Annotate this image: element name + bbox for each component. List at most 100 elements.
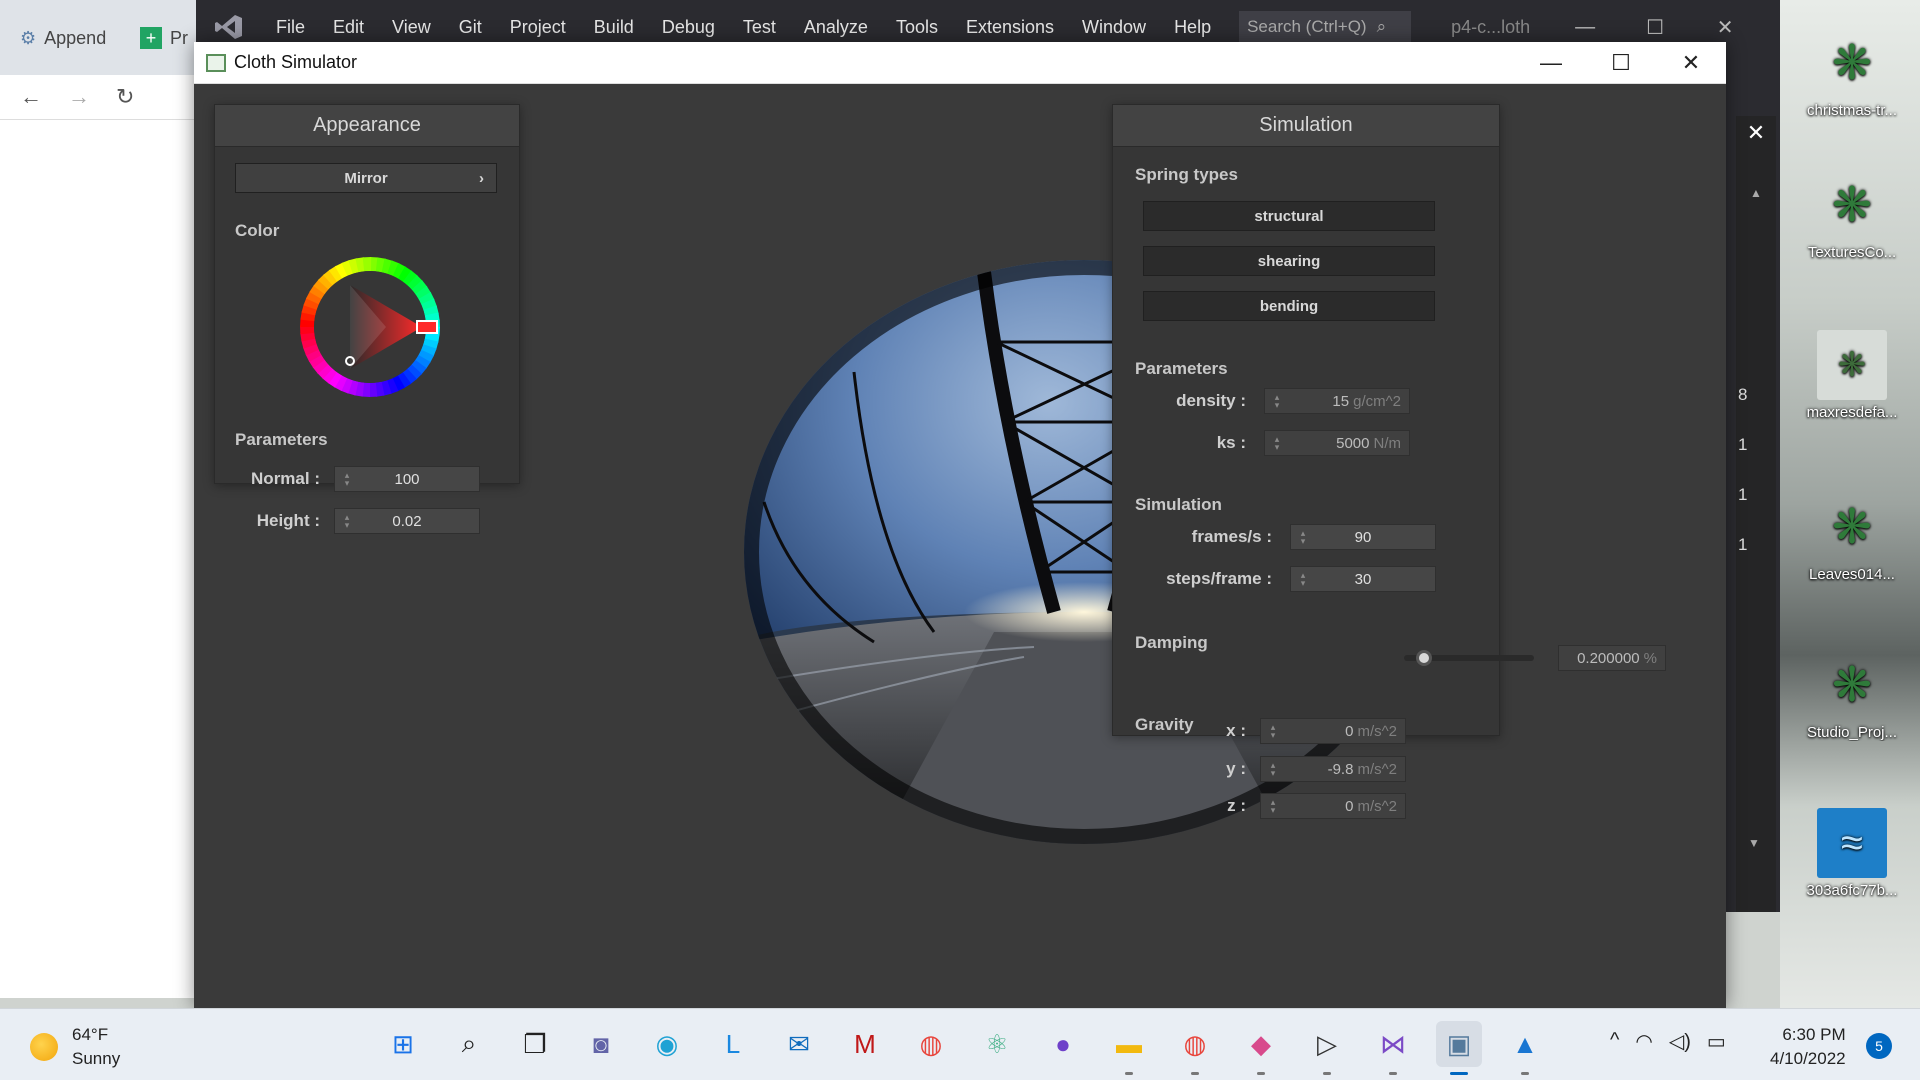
vs-menu-item[interactable]: Edit	[319, 17, 378, 38]
git-kraken-icon[interactable]: ◆	[1238, 1021, 1284, 1075]
album-icon: ≈	[1817, 808, 1887, 878]
spinner-arrows-icon[interactable]: ▴ ▾	[1265, 761, 1281, 778]
desktop-icon[interactable]: ❋ TexturesCo...	[1792, 170, 1912, 261]
vs-menu-item[interactable]: Tools	[882, 17, 952, 38]
start-icon[interactable]: ⊞	[380, 1021, 426, 1067]
file-explorer-icon[interactable]: ▬	[1106, 1021, 1152, 1075]
vs-menu-item[interactable]: Test	[729, 17, 790, 38]
gravity-z-spinbox[interactable]: ▴ ▾ 0 m/s^2	[1260, 793, 1406, 819]
reload-icon[interactable]: ↻	[116, 84, 134, 110]
hue-handle[interactable]	[416, 320, 438, 334]
spinner-arrows-icon[interactable]: ▴ ▾	[1295, 571, 1311, 588]
github-icon[interactable]: ●	[1040, 1021, 1086, 1067]
scroll-down-icon[interactable]: ▼	[1748, 836, 1760, 850]
tray-chevron-icon[interactable]: ^	[1610, 1029, 1619, 1054]
atom-icon[interactable]: ⚛	[974, 1021, 1020, 1067]
tree-icon: ❋	[1831, 501, 1873, 554]
browser-tab[interactable]: + Pr	[140, 18, 188, 58]
browser-tab[interactable]: ⚙ Append	[20, 18, 106, 58]
damping-spinbox[interactable]: 0.200000 %	[1558, 645, 1666, 671]
vs-menu-item[interactable]: Project	[496, 17, 580, 38]
volume-icon[interactable]: ◁)	[1669, 1029, 1691, 1054]
vs-menu-item[interactable]: Build	[580, 17, 648, 38]
normal-label: Normal :	[251, 469, 320, 488]
desktop-icon[interactable]: ❋ Studio_Proj...	[1792, 650, 1912, 741]
spinner-arrows-icon[interactable]: ▴ ▾	[1265, 798, 1281, 815]
vs-side-number: 1	[1738, 485, 1748, 504]
github-glyph: ●	[1055, 1028, 1071, 1059]
vs-menu-items: File Edit View Git Project Build Debug Test Anal…	[262, 17, 1225, 38]
minimize-button[interactable]: —	[1516, 50, 1586, 76]
photos-icon[interactable]: ▲	[1502, 1021, 1548, 1075]
gravity-x-spinbox[interactable]: ▴ ▾ 0 m/s^2	[1260, 718, 1406, 744]
clock[interactable]: 6:30 PM 4/10/2022	[1770, 1023, 1846, 1071]
damping-slider-handle[interactable]	[1415, 650, 1432, 666]
bending-button[interactable]: bending	[1143, 291, 1435, 321]
notification-badge[interactable]: 5	[1866, 1033, 1892, 1059]
height-spinbox[interactable]: ▴ ▾ 0.02	[334, 508, 480, 534]
gravity-x-row: x : ▴ ▾ 0 m/s^2	[1144, 718, 1406, 744]
density-spinbox[interactable]: ▴ ▾ 15 g/cm^2	[1264, 388, 1410, 414]
spinner-arrows-icon[interactable]: ▴ ▾	[339, 513, 355, 530]
maximize-button[interactable]: ☐	[1586, 50, 1656, 76]
desktop-icon-label: christmas-tr...	[1806, 102, 1897, 119]
appearance-panel: Appearance Mirror › Color Parameters	[214, 104, 520, 484]
wifi-icon[interactable]: ◠	[1635, 1029, 1652, 1054]
damping-label: Damping	[1135, 633, 1208, 652]
vs-menu-item[interactable]: View	[378, 17, 445, 38]
vs-minimize-icon[interactable]: —	[1550, 16, 1620, 39]
fps-spinbox[interactable]: ▴ ▾ 90	[1290, 524, 1436, 550]
cloth-sim-icon[interactable]: ▣	[1436, 1021, 1482, 1075]
desktop-icon[interactable]: ❋ maxresdefa...	[1792, 330, 1912, 421]
vs-search-box[interactable]: Search (Ctrl+Q) ⌕	[1239, 11, 1412, 43]
vs-menu-item[interactable]: File	[262, 17, 319, 38]
color-wheel[interactable]	[300, 257, 440, 397]
spinner-arrows-icon[interactable]: ▴ ▾	[1265, 723, 1281, 740]
desktop-icon[interactable]: ❋ Leaves014...	[1792, 492, 1912, 583]
desktop-icon[interactable]: ❋ christmas-tr...	[1792, 28, 1912, 119]
normal-spinbox[interactable]: ▴ ▾ 100	[334, 466, 480, 492]
gravity-y-spinbox[interactable]: ▴ ▾ -9.8 m/s^2	[1260, 756, 1406, 782]
vs-menu-item[interactable]: Git	[445, 17, 496, 38]
shearing-button[interactable]: shearing	[1143, 246, 1435, 276]
vs-menu-item[interactable]: Debug	[648, 17, 729, 38]
mcafee-icon[interactable]: M	[842, 1021, 888, 1067]
task-view-icon[interactable]: ❐	[512, 1021, 558, 1067]
structural-button[interactable]: structural	[1143, 201, 1435, 231]
vs-menu-item[interactable]: Analyze	[790, 17, 882, 38]
media-player-icon[interactable]: ▷	[1304, 1021, 1350, 1075]
l-app-icon[interactable]: L	[710, 1021, 756, 1067]
vs-maximize-icon[interactable]: ☐	[1620, 15, 1690, 40]
close-button[interactable]: ✕	[1656, 50, 1726, 76]
mail-icon[interactable]: ✉	[776, 1021, 822, 1067]
vs-menu-item[interactable]: Window	[1068, 17, 1160, 38]
edge-icon[interactable]: ◉	[644, 1021, 690, 1067]
damping-slider-track[interactable]	[1404, 650, 1534, 666]
material-dropdown[interactable]: Mirror ›	[235, 163, 497, 193]
battery-icon[interactable]: ▭	[1707, 1029, 1726, 1054]
back-icon[interactable]: ←	[20, 84, 42, 110]
git-kraken-glyph: ◆	[1251, 1028, 1271, 1059]
weather-widget[interactable]: 64°F Sunny	[30, 1023, 120, 1071]
search-icon[interactable]: ⌕	[446, 1021, 492, 1067]
chrome-profile-icon[interactable]: ◍	[1172, 1021, 1218, 1075]
close-icon[interactable]: ✕	[1736, 120, 1776, 146]
forward-icon[interactable]: →	[68, 84, 90, 110]
ks-spinbox[interactable]: ▴ ▾ 5000 N/m	[1264, 430, 1410, 456]
teams-chat-icon[interactable]: ◙	[578, 1021, 624, 1067]
spinner-arrows-icon[interactable]: ▴ ▾	[339, 471, 355, 488]
browser-window: ⚙ Append + Pr ← → ↻	[0, 0, 200, 998]
search-glyph: ⌕	[461, 1028, 477, 1058]
damping-value: 0.200000	[1577, 649, 1640, 667]
vs-menu-item[interactable]: Extensions	[952, 17, 1068, 38]
vs-close-icon[interactable]: ✕	[1690, 15, 1760, 40]
spinner-arrows-icon[interactable]: ▴ ▾	[1295, 529, 1311, 546]
spinner-arrows-icon[interactable]: ▴ ▾	[1269, 393, 1285, 410]
chrome-icon[interactable]: ◍	[908, 1021, 954, 1067]
steps-spinbox[interactable]: ▴ ▾ 30	[1290, 566, 1436, 592]
scroll-up-icon[interactable]: ▲	[1736, 186, 1776, 200]
visual-studio-icon[interactable]: ⋈	[1370, 1021, 1416, 1075]
desktop-icon[interactable]: ≈303a6fc77b...	[1792, 808, 1912, 899]
spinner-arrows-icon[interactable]: ▴ ▾	[1269, 435, 1285, 452]
vs-menu-item[interactable]: Help	[1160, 17, 1225, 38]
